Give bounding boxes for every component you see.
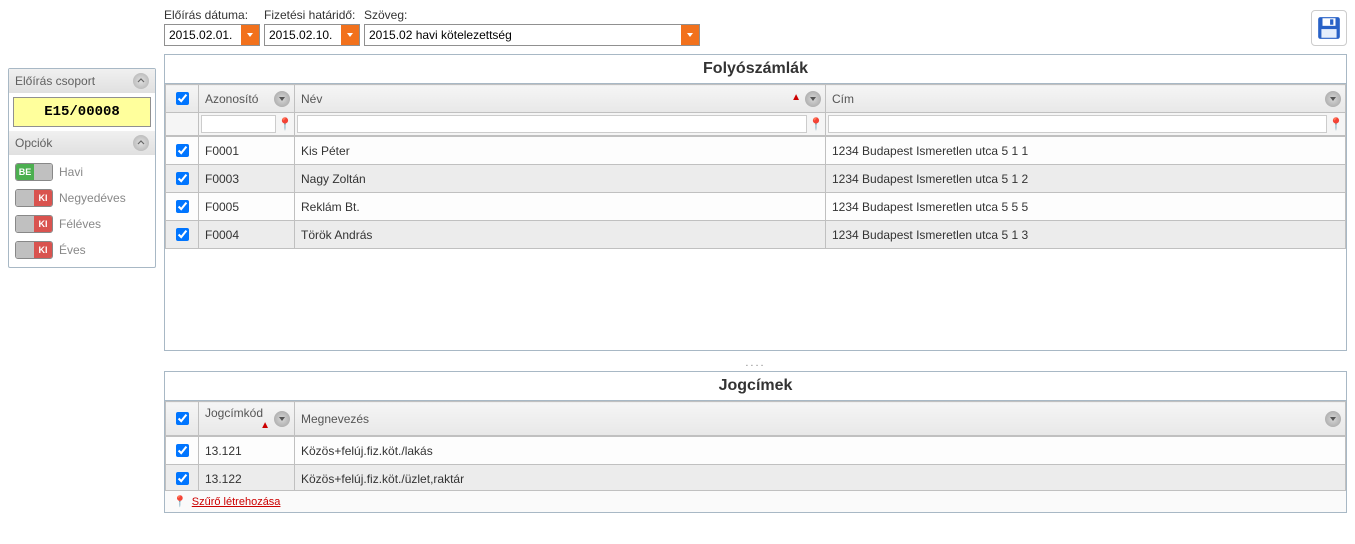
chevron-down-icon[interactable] xyxy=(805,91,821,107)
sidebar-options-header: Opciók xyxy=(9,131,155,155)
grid-footer: 📍 Szűrő létrehozása xyxy=(165,490,1346,512)
text-field: Szöveg: xyxy=(364,8,700,46)
text-input[interactable] xyxy=(365,25,681,45)
row-checkbox[interactable] xyxy=(176,228,189,241)
titles-grid-title: Jogcímek xyxy=(165,372,1346,401)
pin-icon: 📍 xyxy=(173,496,187,508)
table-row[interactable]: F0003 Nagy Zoltán 1234 Budapest Ismeretl… xyxy=(166,165,1346,193)
option-label: Negyedéves xyxy=(59,191,126,205)
table-row[interactable]: 13.121 Közös+felúj.fiz.köt./lakás xyxy=(166,437,1346,465)
create-filter-link[interactable]: Szűrő létrehozása xyxy=(192,496,281,508)
select-all-header xyxy=(166,402,199,436)
date-field: Előírás dátuma: xyxy=(164,8,260,46)
accounts-grid: Folyószámlák Azonosító Név ▲ xyxy=(164,54,1347,351)
row-checkbox[interactable] xyxy=(176,472,189,485)
top-form: Előírás dátuma: Fizetési határidő: xyxy=(164,8,1347,46)
col-desc-header[interactable]: Megnevezés xyxy=(295,402,1346,436)
filter-address-input[interactable] xyxy=(828,115,1327,133)
chevron-down-icon[interactable] xyxy=(1325,411,1341,427)
save-button[interactable] xyxy=(1311,10,1347,46)
select-all-header xyxy=(166,85,199,113)
toggle-eves[interactable]: KI xyxy=(15,241,53,259)
sidebar-options-label: Opciók xyxy=(15,136,52,150)
toggle-feleves[interactable]: KI xyxy=(15,215,53,233)
sidebar-options-body: BE Havi KI Negyedéves KI xyxy=(9,155,155,267)
chevron-down-icon[interactable] xyxy=(274,91,290,107)
accounts-grid-title: Folyószámlák xyxy=(165,55,1346,84)
toggle-havi[interactable]: BE xyxy=(15,163,53,181)
col-id-header[interactable]: Azonosító xyxy=(199,85,295,113)
table-row[interactable]: F0004 Török András 1234 Budapest Ismeret… xyxy=(166,221,1346,249)
select-all-checkbox[interactable] xyxy=(176,92,189,105)
text-label: Szöveg: xyxy=(364,8,700,22)
option-row: KI Éves xyxy=(13,237,151,263)
row-checkbox[interactable] xyxy=(176,200,189,213)
collapse-icon[interactable] xyxy=(133,73,149,89)
filter-icon[interactable]: 📍 xyxy=(278,115,292,133)
col-name-header[interactable]: Név ▲ xyxy=(295,85,826,113)
option-row: KI Negyedéves xyxy=(13,185,151,211)
option-label: Havi xyxy=(59,165,83,179)
filter-icon[interactable]: 📍 xyxy=(809,115,823,133)
option-label: Féléves xyxy=(59,217,101,231)
option-row: KI Féléves xyxy=(13,211,151,237)
date-input[interactable] xyxy=(165,25,241,45)
sort-ascending-icon: ▲ xyxy=(260,420,270,431)
chevron-down-icon[interactable] xyxy=(274,411,290,427)
option-label: Éves xyxy=(59,243,86,257)
row-checkbox[interactable] xyxy=(176,444,189,457)
sidebar-group-label: Előírás csoport xyxy=(15,74,95,88)
sidebar-group-header: Előírás csoport xyxy=(9,69,155,93)
chevron-down-icon[interactable] xyxy=(241,25,259,45)
filter-id-input[interactable] xyxy=(201,115,276,133)
select-all-checkbox[interactable] xyxy=(176,412,189,425)
toggle-negyedeves[interactable]: KI xyxy=(15,189,53,207)
deadline-input[interactable] xyxy=(265,25,341,45)
col-address-header[interactable]: Cím xyxy=(826,85,1346,113)
chevron-down-icon[interactable] xyxy=(341,25,359,45)
sidebar-group-panel: Előírás csoport E15/00008 Opciók BE xyxy=(8,68,156,268)
col-code-header[interactable]: Jogcímkód ▲ xyxy=(199,402,295,436)
titles-grid: Jogcímek Jogcímkód ▲ Megnevezés xyxy=(164,371,1347,513)
save-icon xyxy=(1316,15,1342,41)
collapse-icon[interactable] xyxy=(133,135,149,151)
option-row: BE Havi xyxy=(13,159,151,185)
row-checkbox[interactable] xyxy=(176,144,189,157)
filter-name-input[interactable] xyxy=(297,115,807,133)
table-row[interactable]: F0005 Reklám Bt. 1234 Budapest Ismeretle… xyxy=(166,193,1346,221)
chevron-down-icon[interactable] xyxy=(681,25,699,45)
row-checkbox[interactable] xyxy=(176,172,189,185)
deadline-field: Fizetési határidő: xyxy=(264,8,360,46)
group-id-display: E15/00008 xyxy=(13,97,151,127)
table-row[interactable]: F0001 Kis Péter 1234 Budapest Ismeretlen… xyxy=(166,137,1346,165)
chevron-down-icon[interactable] xyxy=(1325,91,1341,107)
splitter[interactable]: .... xyxy=(164,355,1347,371)
table-row[interactable]: 13.122 Közös+felúj.fiz.köt./üzlet,raktár xyxy=(166,465,1346,491)
deadline-label: Fizetési határidő: xyxy=(264,8,360,22)
sort-ascending-icon: ▲ xyxy=(791,92,801,103)
filter-icon[interactable]: 📍 xyxy=(1329,115,1343,133)
date-label: Előírás dátuma: xyxy=(164,8,260,22)
